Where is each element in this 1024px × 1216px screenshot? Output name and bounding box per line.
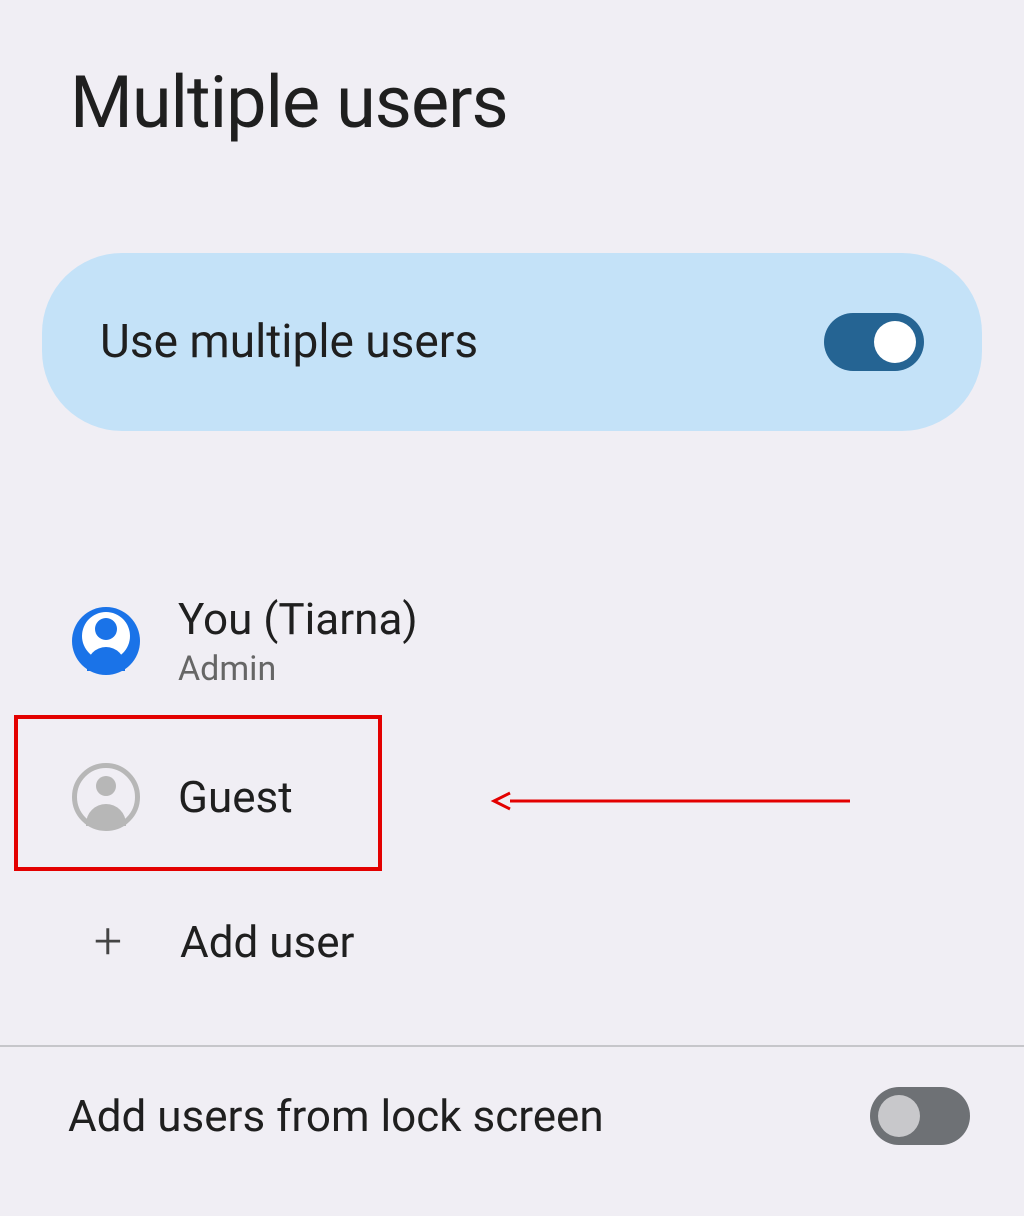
user-name-primary: You (Tiarna) bbox=[178, 593, 418, 645]
use-multiple-users-toggle[interactable] bbox=[824, 313, 924, 371]
plus-icon: + bbox=[88, 913, 128, 971]
user-name-guest: Guest bbox=[178, 771, 293, 823]
page-title: Multiple users bbox=[0, 0, 1024, 145]
add-user-label: Add user bbox=[180, 916, 354, 968]
user-list: You (Tiarna) Admin Guest + Add user bbox=[0, 571, 1024, 1001]
add-users-lock-screen-row[interactable]: Add users from lock screen bbox=[0, 1047, 1024, 1185]
use-multiple-users-card[interactable]: Use multiple users bbox=[42, 253, 982, 431]
add-users-lock-screen-toggle[interactable] bbox=[870, 1087, 970, 1145]
user-item-primary[interactable]: You (Tiarna) Admin bbox=[0, 571, 1024, 711]
guest-avatar-icon bbox=[72, 763, 140, 831]
user-item-guest[interactable]: Guest bbox=[0, 741, 1024, 853]
user-role-primary: Admin bbox=[178, 649, 418, 689]
user-avatar-icon bbox=[72, 607, 140, 675]
add-users-lock-screen-label: Add users from lock screen bbox=[68, 1090, 604, 1142]
use-multiple-users-label: Use multiple users bbox=[100, 315, 478, 369]
add-user-button[interactable]: + Add user bbox=[0, 883, 1024, 1001]
